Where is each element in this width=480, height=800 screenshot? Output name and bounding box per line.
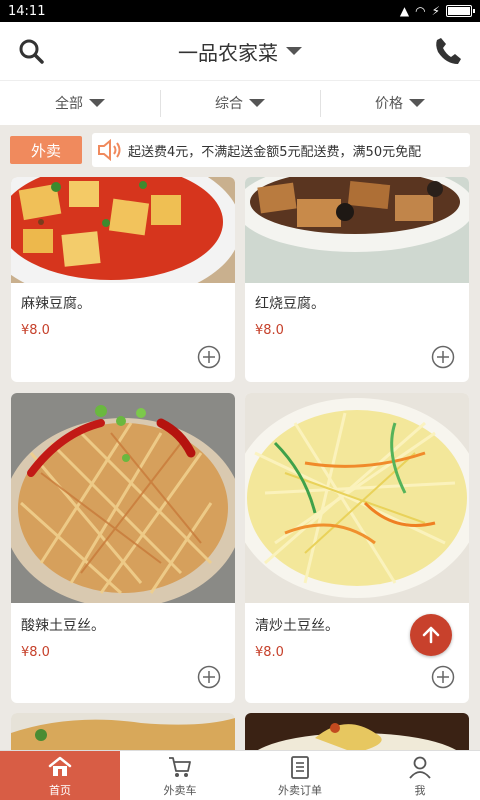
product-card[interactable]: 清炒土豆丝。 ¥8.0	[245, 393, 469, 703]
filter-label: 价格	[375, 96, 403, 112]
chevron-down-icon	[249, 99, 265, 107]
chevron-down-icon	[286, 47, 302, 55]
tab-label: 首页	[49, 783, 71, 797]
tab-me[interactable]: 我	[360, 751, 480, 800]
app-header: 一品农家菜	[0, 22, 480, 80]
notice-bar: 外卖 起送费4元，不满起送金额5元配送费，满50元免配	[0, 125, 480, 177]
product-card[interactable]: 麻辣豆腐。 ¥8.0	[11, 177, 235, 382]
user-icon	[409, 756, 431, 779]
notice-text: 起送费4元，不满起送金额5元配送费，满50元免配	[128, 144, 422, 160]
add-to-cart-icon[interactable]	[197, 665, 221, 689]
bottom-tab-bar: 首页 外卖车 外卖订单 我	[0, 750, 480, 800]
status-icons: ▲ ◠ ⚡	[399, 4, 475, 18]
tab-home[interactable]: 首页	[0, 751, 120, 800]
product-name: 酸辣土豆丝。	[21, 618, 105, 634]
status-time: 14:11	[8, 3, 46, 19]
home-icon	[48, 756, 72, 776]
tab-orders[interactable]: 外卖订单	[240, 751, 360, 800]
product-price: ¥8.0	[255, 645, 284, 660]
filter-label: 全部	[55, 96, 83, 112]
takeout-tag: 外卖	[10, 136, 82, 164]
filter-overall[interactable]: 综合	[160, 81, 320, 125]
product-name: 麻辣豆腐。	[21, 296, 91, 312]
tab-label: 外卖车	[163, 783, 197, 797]
arrow-up-icon	[422, 626, 440, 644]
product-name: 清炒土豆丝。	[255, 618, 339, 634]
speaker-icon	[92, 139, 128, 161]
filter-bar: 全部 综合 价格	[0, 80, 480, 125]
filter-label: 综合	[215, 96, 243, 112]
product-card[interactable]	[11, 713, 235, 750]
battery-icon	[446, 5, 475, 17]
product-name: 红烧豆腐。	[255, 296, 325, 312]
product-price: ¥8.0	[255, 323, 284, 338]
signal-icon: ▲	[399, 4, 410, 18]
product-image	[11, 713, 235, 750]
product-card[interactable]: 红烧豆腐。 ¥8.0	[245, 177, 469, 382]
chevron-down-icon	[89, 99, 105, 107]
filter-all[interactable]: 全部	[0, 81, 160, 125]
product-image	[245, 177, 469, 283]
product-image	[11, 393, 235, 608]
store-title[interactable]: 一品农家菜	[178, 37, 302, 66]
charging-icon: ⚡	[431, 4, 440, 18]
tab-label: 外卖订单	[278, 783, 322, 797]
product-image	[11, 177, 235, 302]
product-card[interactable]	[245, 713, 469, 750]
product-grid: 麻辣豆腐。 ¥8.0 红烧豆腐。 ¥8.0 酸辣土豆丝。 ¥8.0 清炒土豆丝。…	[0, 177, 480, 750]
scroll-top-button[interactable]	[410, 614, 452, 656]
chevron-down-icon	[409, 99, 425, 107]
product-price: ¥8.0	[21, 645, 50, 660]
add-to-cart-icon[interactable]	[431, 345, 455, 369]
store-name: 一品农家菜	[178, 40, 278, 65]
add-to-cart-icon[interactable]	[431, 665, 455, 689]
product-price: ¥8.0	[21, 323, 50, 338]
wifi-icon: ◠	[415, 4, 426, 18]
status-bar: 14:11 ▲ ◠ ⚡	[0, 0, 480, 22]
product-image	[245, 393, 469, 603]
phone-icon[interactable]	[434, 36, 462, 66]
add-to-cart-icon[interactable]	[197, 345, 221, 369]
notice-ticker[interactable]: 起送费4元，不满起送金额5元配送费，满50元免配	[92, 133, 470, 167]
search-icon[interactable]	[18, 38, 44, 64]
product-image	[245, 713, 469, 750]
cart-icon	[169, 756, 191, 777]
tab-label: 我	[414, 783, 426, 797]
filter-price[interactable]: 价格	[320, 81, 480, 125]
product-card[interactable]: 酸辣土豆丝。 ¥8.0	[11, 393, 235, 703]
order-icon	[291, 755, 309, 779]
tab-cart[interactable]: 外卖车	[120, 751, 240, 800]
